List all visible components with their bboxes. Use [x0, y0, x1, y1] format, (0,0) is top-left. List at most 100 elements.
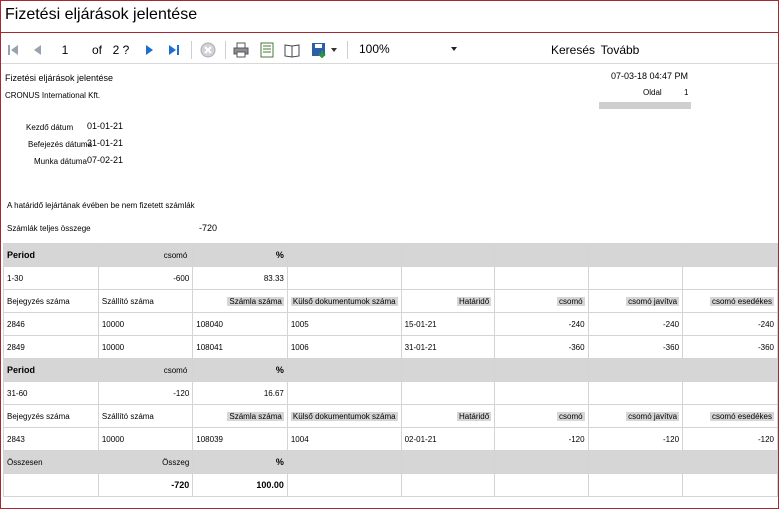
- next-page-button[interactable]: [141, 40, 157, 60]
- ext-doc-no-cell: 1005: [286, 312, 402, 336]
- work-date-value: 07-02-21: [87, 155, 124, 165]
- report-toolbar: of 2 ? 100% Ker: [1, 37, 778, 64]
- of-label: of: [91, 43, 102, 57]
- last-page-icon: [169, 45, 179, 55]
- invoice-no-cell: 108041: [192, 335, 288, 359]
- totals-percent: 100.00: [192, 473, 288, 497]
- invoice-no-cell: 108039: [192, 427, 288, 451]
- end-date-value: 31-01-21: [87, 138, 124, 148]
- percent-header: %: [192, 243, 288, 267]
- period-header: Period: [3, 243, 99, 267]
- totals-header-row: Összesen Összeg %: [3, 450, 778, 474]
- export-button[interactable]: [310, 40, 328, 60]
- amount-adjusted-cell: -360: [587, 335, 684, 359]
- totals-percent-label: %: [192, 450, 288, 474]
- due-date-header: Határidő: [400, 289, 496, 313]
- amount-adjusted-header: csomó javítva: [587, 289, 684, 313]
- amount-adjusted-cell: -240: [587, 312, 684, 336]
- amount-header: csomó: [97, 358, 194, 382]
- vendor-no-cell: 10000: [97, 335, 194, 359]
- invoice-no-cell: 108040: [192, 312, 288, 336]
- period-header: Period: [3, 358, 99, 382]
- period-amount-cell: -600: [97, 266, 194, 290]
- table-row: 2849 10000 108041 1006 31-01-21 -360 -36…: [3, 335, 778, 359]
- amount-cell: -360: [494, 335, 589, 359]
- detail-amount-header: csomó: [494, 404, 589, 428]
- previous-page-icon: [34, 45, 41, 55]
- vendor-no-header: Szállító száma: [97, 404, 194, 428]
- period-cell: 31-60: [3, 381, 99, 405]
- export-dropdown-button[interactable]: [329, 40, 339, 60]
- group-header-row: Period csomó %: [3, 358, 778, 382]
- group-header-row: Period csomó %: [3, 243, 778, 267]
- toolbar-separator: [191, 41, 192, 59]
- zoom-dropdown-icon[interactable]: [451, 47, 457, 51]
- amount-due-cell: -240: [682, 312, 778, 336]
- work-date-label: Munka dátuma: [34, 157, 87, 166]
- amount-due-cell: -360: [682, 335, 778, 359]
- totals-amount-label: Összeg: [97, 450, 194, 474]
- payment-table: Period csomó % 1-30 -600 83.33 Bejegyzés…: [3, 243, 778, 497]
- amount-cell: -120: [494, 427, 589, 451]
- start-date-value: 01-01-21: [87, 121, 124, 131]
- totals-row: -720 100.00: [3, 473, 778, 497]
- period-percent-cell: 16.67: [192, 381, 288, 405]
- ext-doc-no-cell: 1004: [286, 427, 402, 451]
- period-row: 1-30 -600 83.33: [3, 266, 778, 290]
- printer-icon: [233, 42, 249, 58]
- total-invoices-label: Számlák teljes összege: [7, 224, 91, 233]
- find-next-link[interactable]: Tovább: [601, 40, 640, 60]
- next-page-icon: [146, 45, 153, 55]
- table-row: 2843 10000 108039 1004 02-01-21 -120 -12…: [3, 427, 778, 451]
- page-number-input[interactable]: [48, 40, 82, 60]
- percent-header: %: [192, 358, 288, 382]
- period-percent-cell: 83.33: [192, 266, 288, 290]
- ext-doc-no-cell: 1006: [286, 335, 402, 359]
- amount-due-header: csomó esedékes: [682, 289, 778, 313]
- totals-amount: -720: [97, 473, 194, 497]
- period-cell: 1-30: [3, 266, 99, 290]
- start-date-label: Kezdő dátum: [26, 123, 74, 132]
- invoice-no-header: Számla száma: [192, 404, 288, 428]
- title-divider: [1, 32, 778, 33]
- report-datetime: 07-03-18 04:47 PM: [611, 71, 689, 81]
- end-date-label: Befejezés dátuma: [28, 140, 93, 149]
- zoom-select[interactable]: 100%: [359, 40, 459, 58]
- report-window: Fizetési eljárások jelentése of 2 ?: [0, 0, 779, 509]
- amount-due-cell: -120: [682, 427, 778, 451]
- print-layout-button[interactable]: [258, 40, 276, 60]
- print-layout-icon: [260, 42, 274, 58]
- toolbar-separator: [225, 41, 226, 59]
- last-page-button[interactable]: [166, 40, 182, 60]
- amount-cell: -240: [494, 312, 589, 336]
- detail-header-row: Bejegyzés száma Szállító száma Számla sz…: [3, 289, 778, 313]
- vendor-no-cell: 10000: [97, 427, 194, 451]
- previous-page-button[interactable]: [30, 40, 46, 60]
- page-number: 1: [684, 88, 689, 97]
- page-count: 2 ?: [112, 43, 130, 57]
- amount-adjusted-header: csomó javítva: [587, 404, 684, 428]
- doc-no-header: Bejegyzés száma: [3, 404, 99, 428]
- amount-adjusted-cell: -120: [587, 427, 684, 451]
- invoice-no-header: Számla száma: [192, 289, 288, 313]
- find-link[interactable]: Keresés: [551, 40, 595, 60]
- print-button[interactable]: [232, 40, 250, 60]
- report-description: A határidő lejártának évében be nem fize…: [7, 201, 195, 210]
- total-invoices-value: -720: [199, 223, 218, 233]
- stop-button[interactable]: [199, 40, 217, 60]
- window-title: Fizetési eljárások jelentése: [5, 6, 198, 23]
- due-date-header: Határidő: [400, 404, 496, 428]
- find-text-input[interactable]: [478, 40, 544, 60]
- zoom-value: 100%: [359, 42, 390, 56]
- period-row: 31-60 -120 16.67: [3, 381, 778, 405]
- due-date-cell: 15-01-21: [400, 312, 496, 336]
- amount-header: csomó: [97, 243, 194, 267]
- detail-header-row: Bejegyzés száma Szállító száma Számla sz…: [3, 404, 778, 428]
- stop-icon: [200, 42, 216, 58]
- save-icon: [312, 43, 326, 58]
- due-date-cell: 02-01-21: [400, 427, 496, 451]
- doc-no-cell: 2849: [3, 335, 99, 359]
- amount-due-header: csomó esedékes: [682, 404, 778, 428]
- first-page-button[interactable]: [5, 40, 21, 60]
- page-setup-button[interactable]: [283, 40, 301, 60]
